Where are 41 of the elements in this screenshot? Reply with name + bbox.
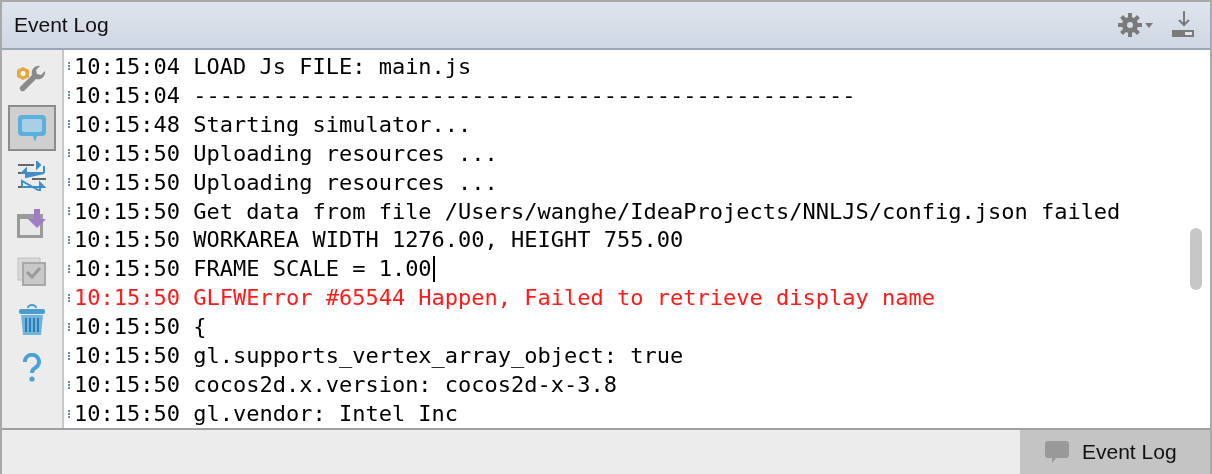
- line-marker: [68, 380, 72, 389]
- line-marker: [68, 293, 72, 302]
- log-line: 10:15:50 {: [74, 314, 207, 340]
- line-marker: [68, 351, 72, 360]
- import-icon: [16, 209, 48, 239]
- settings-dropdown-button[interactable]: [1118, 13, 1154, 37]
- line-marker: [68, 207, 72, 216]
- speech-bubble-icon: [16, 112, 48, 144]
- tool-button[interactable]: [8, 105, 56, 151]
- log-line: 10:15:50 WORKAREA WIDTH 1276.00, HEIGHT 755.00: [74, 227, 684, 253]
- settings-icon: [1118, 13, 1154, 37]
- download-button[interactable]: [1172, 11, 1196, 39]
- log-line: 10:15:50 FRAME SCALE = 1.00: [74, 256, 432, 282]
- line-marker: [68, 62, 72, 71]
- line-marker: [68, 149, 72, 158]
- swap-arrows-icon: [16, 161, 48, 191]
- log-line: 10:15:50 GLFWError #65544 Happen, Failed to retrieve display name: [74, 285, 935, 311]
- log-line: 10:15:50 Uploading resources ...: [74, 140, 498, 166]
- scrollbar-thumb[interactable]: [1190, 228, 1202, 290]
- line-marker: [68, 120, 72, 129]
- line-marker: [68, 264, 72, 273]
- line-marker: [68, 236, 72, 244]
- log-line: 10:15:04 --------------------------------------------------: [74, 82, 856, 108]
- line-marker: [68, 178, 72, 187]
- window-title: Event Log: [14, 13, 109, 37]
- log-line: 10:15:50 cocos2d.x.version: cocos2d-x-3.8: [74, 372, 618, 398]
- log-line: 10:15:50 gl.vendor: Intel Inc: [74, 401, 459, 426]
- speech-bubble-icon: [1044, 440, 1070, 464]
- download-icon: [1172, 11, 1196, 39]
- checkbox-icon: [17, 257, 47, 287]
- event-log-button[interactable]: Event Log: [1020, 430, 1210, 474]
- line-marker: [68, 409, 72, 418]
- help-icon: [22, 353, 42, 383]
- log-line: 10:15:50 Get data from file /Users/wanghe/IdeaProjects/NNLJS/config.json failed: [74, 198, 1121, 224]
- line-marker: [68, 91, 72, 100]
- log-line: 10:15:50 Uploading resources ...: [74, 169, 498, 195]
- line-marker: [68, 322, 72, 331]
- log-line: 10:15:04 LOAD Js FILE: main.js: [74, 53, 472, 79]
- trash-icon: [18, 304, 46, 336]
- log-line: 10:15:50 gl.supports_vertex_array_object: true: [74, 343, 684, 369]
- log-line: 10:15:48 Starting simulator...: [74, 111, 472, 137]
